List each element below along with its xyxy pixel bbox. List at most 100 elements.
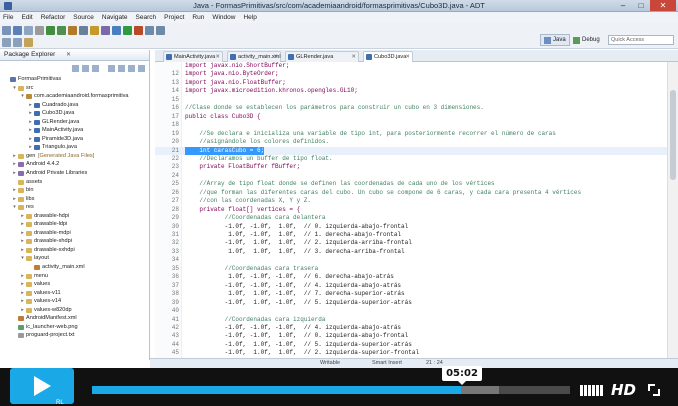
tree-item[interactable]: ▾ com.academiaandroid.formasprimitiva xyxy=(0,92,149,101)
collapsed-arrow-icon[interactable]: ▸ xyxy=(20,297,25,306)
menu-run[interactable]: Run xyxy=(192,12,204,23)
collapsed-arrow-icon[interactable]: ▸ xyxy=(20,220,25,229)
tree-item[interactable]: ▸ Triangulo.java xyxy=(0,143,149,152)
close-icon[interactable]: ✕ xyxy=(66,51,71,58)
tree-item[interactable]: ▾ layout xyxy=(0,254,149,263)
volume-icon[interactable] xyxy=(580,384,603,396)
avd-manager-icon[interactable] xyxy=(57,25,66,35)
forward-icon[interactable] xyxy=(82,65,89,72)
lint-icon[interactable] xyxy=(68,25,77,35)
tree-item[interactable]: FormasPrimitivas xyxy=(0,75,149,84)
up-icon[interactable] xyxy=(92,65,99,72)
tree-item[interactable]: ▾ src xyxy=(0,84,149,93)
back-icon[interactable] xyxy=(145,25,154,35)
search-icon[interactable] xyxy=(101,25,110,35)
collapsed-arrow-icon[interactable]: ▸ xyxy=(12,186,17,195)
link-with-editor-icon[interactable] xyxy=(118,65,125,72)
menu-search[interactable]: Search xyxy=(136,12,157,23)
tree-item[interactable]: ▸ drawable-xhdpi xyxy=(0,237,149,246)
android-sdk-icon[interactable] xyxy=(46,25,55,35)
back-icon[interactable] xyxy=(72,65,79,72)
tree-item[interactable]: ▸ values xyxy=(0,280,149,289)
expanded-arrow-icon[interactable]: ▾ xyxy=(20,92,25,101)
new-file-icon[interactable] xyxy=(2,25,11,35)
last-edit-icon[interactable] xyxy=(24,37,33,47)
collapsed-arrow-icon[interactable]: ▸ xyxy=(28,143,33,152)
forward-icon[interactable] xyxy=(156,25,165,35)
expanded-arrow-icon[interactable]: ▾ xyxy=(20,254,25,263)
tree-item[interactable]: ▸ MainActivity.java xyxy=(0,126,149,135)
editor-tab[interactable]: GLRender.java ✕ xyxy=(285,51,359,62)
hd-toggle[interactable]: HD xyxy=(611,381,636,399)
perspective-debug[interactable]: Debug xyxy=(570,34,603,46)
previous-annotation-icon[interactable] xyxy=(13,37,22,47)
collapsed-arrow-icon[interactable]: ▸ xyxy=(12,195,17,204)
new-project-icon[interactable] xyxy=(79,25,88,35)
collapsed-arrow-icon[interactable]: ▸ xyxy=(20,237,25,246)
tree-item[interactable]: ▸ drawable-ldpi xyxy=(0,220,149,229)
tree-item[interactable]: proguard-project.txt xyxy=(0,331,149,340)
tree-item[interactable]: ▸ drawable-xxhdpi xyxy=(0,246,149,255)
collapse-all-icon[interactable] xyxy=(108,65,115,72)
editor-tab[interactable]: MainActivity.java ✕ xyxy=(163,51,223,62)
open-type-icon[interactable] xyxy=(90,25,99,35)
tree-item[interactable]: ▸ Android 4.4.2 xyxy=(0,160,149,169)
tree-item[interactable]: ic_launcher-web.png xyxy=(0,323,149,332)
expanded-arrow-icon[interactable]: ▾ xyxy=(12,203,17,212)
tree-item[interactable]: ▸ drawable-hdpi xyxy=(0,212,149,221)
tree-item[interactable]: ▸ bin xyxy=(0,186,149,195)
save-icon[interactable] xyxy=(13,25,22,35)
collapsed-arrow-icon[interactable]: ▸ xyxy=(28,135,33,144)
run-icon[interactable] xyxy=(123,25,132,35)
menu-project[interactable]: Project xyxy=(164,12,184,23)
menu-window[interactable]: Window xyxy=(212,12,235,23)
collapsed-arrow-icon[interactable]: ▸ xyxy=(12,152,17,161)
tree-item[interactable]: ▸ Cuadrado.java xyxy=(0,101,149,110)
close-button[interactable]: ✕ xyxy=(650,0,676,11)
print-icon[interactable] xyxy=(35,25,44,35)
collapsed-arrow-icon[interactable]: ▸ xyxy=(20,246,25,255)
menu-help[interactable]: Help xyxy=(243,12,256,23)
tree-item[interactable]: ▸ menu xyxy=(0,272,149,281)
editor-scrollbar[interactable] xyxy=(667,62,678,358)
collapsed-arrow-icon[interactable]: ▸ xyxy=(12,169,17,178)
tree-item[interactable]: ▾ res xyxy=(0,203,149,212)
view-menu-icon[interactable] xyxy=(128,65,135,72)
menu-edit[interactable]: Edit xyxy=(21,12,32,23)
tree-item[interactable]: AndroidManifest.xml xyxy=(0,314,149,323)
scrollbar-thumb[interactable] xyxy=(670,90,676,180)
minimize-button[interactable]: – xyxy=(614,0,632,11)
play-button[interactable] xyxy=(10,368,74,404)
expanded-arrow-icon[interactable]: ▾ xyxy=(12,84,17,93)
quick-access-field[interactable]: Quick Access xyxy=(608,35,674,45)
editor-tab[interactable]: Cubo3D.java ✕ xyxy=(363,51,413,62)
tree-item[interactable]: assets xyxy=(0,178,149,187)
collapsed-arrow-icon[interactable]: ▸ xyxy=(20,280,25,289)
save-all-icon[interactable] xyxy=(24,25,33,35)
external-tools-icon[interactable] xyxy=(134,25,143,35)
tree-item[interactable]: ▸ GLRender.java xyxy=(0,118,149,127)
maximize-button[interactable]: □ xyxy=(632,0,650,11)
menu-refactor[interactable]: Refactor xyxy=(41,12,66,23)
collapsed-arrow-icon[interactable]: ▸ xyxy=(20,272,25,281)
close-tab-icon[interactable]: ✕ xyxy=(405,52,410,62)
tree-item[interactable]: ▸ values-w820dp xyxy=(0,306,149,315)
collapsed-arrow-icon[interactable]: ▸ xyxy=(28,118,33,127)
tree-item[interactable]: ▸ Piramide3D.java xyxy=(0,135,149,144)
collapsed-arrow-icon[interactable]: ▸ xyxy=(20,306,25,315)
close-tab-icon[interactable]: ✕ xyxy=(273,52,278,62)
tree-item[interactable]: ▸ drawable-mdpi xyxy=(0,229,149,238)
code-editor[interactable]: import javax.nio.ShortBuffer; 12 import ja… xyxy=(155,62,667,358)
collapsed-arrow-icon[interactable]: ▸ xyxy=(28,101,33,110)
collapsed-arrow-icon[interactable]: ▸ xyxy=(12,160,17,169)
tree-item[interactable]: ▸ gen [Generated Java Files] xyxy=(0,152,149,161)
menu-file[interactable]: File xyxy=(3,12,13,23)
tree-item[interactable]: activity_main.xml xyxy=(0,263,149,272)
editor-tab[interactable]: activity_main.xml ✕ xyxy=(227,51,281,62)
seek-bar[interactable] xyxy=(92,386,570,394)
collapsed-arrow-icon[interactable]: ▸ xyxy=(20,229,25,238)
fullscreen-icon[interactable] xyxy=(648,384,660,396)
minimize-icon[interactable] xyxy=(138,65,145,72)
menu-source[interactable]: Source xyxy=(73,12,94,23)
collapsed-arrow-icon[interactable]: ▸ xyxy=(20,212,25,221)
